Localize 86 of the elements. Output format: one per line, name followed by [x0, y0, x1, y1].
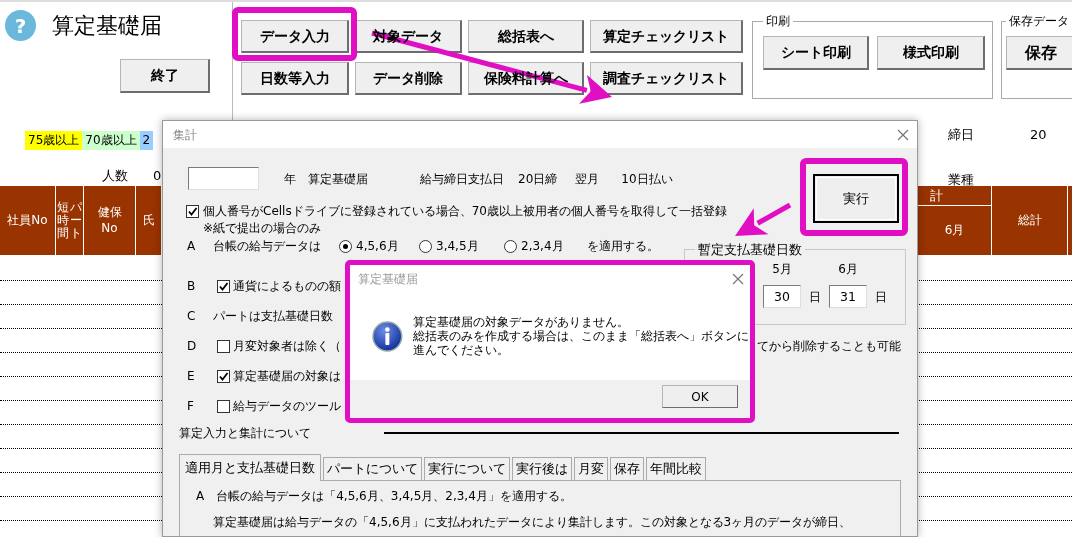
checkbox[interactable] [217, 339, 230, 353]
tab[interactable]: パートについて [323, 457, 422, 480]
radio-label: 4,5,6月 [356, 238, 399, 255]
option-letter: B [186, 278, 197, 295]
tab[interactable]: 実行について [424, 457, 510, 480]
header-text: 20日締 [518, 170, 558, 188]
option-label: 台帳の給与データは [213, 238, 321, 255]
column-header: 社員No [0, 186, 56, 255]
tab[interactable]: 保存 [610, 457, 644, 480]
print-button[interactable]: シート印刷 [763, 36, 869, 70]
radio-label: 2,3,4月 [521, 238, 564, 255]
radio-button[interactable] [339, 239, 352, 253]
close-icon[interactable] [732, 272, 744, 285]
dialog-title: 集計 [173, 126, 197, 144]
option-label: 個人番号がCellsドライブに登録されている場合、70歳以上被用者の個人番号を取得して一括登録 [203, 203, 727, 220]
toolbar-button[interactable]: 算定チェックリスト [590, 20, 743, 53]
legend-label: 70歳以上 [82, 131, 140, 150]
toolbar-button[interactable]: 総括表へ [468, 20, 584, 53]
pointer-arrow [735, 202, 792, 236]
info-value: 20 [1030, 125, 1047, 144]
help-paragraph: 算定基礎届は給与データの「4,5,6月」に支払われたデータにより集計します。この対象となる3ヶ月のデータが締日、 [213, 514, 853, 531]
checkbox[interactable] [217, 279, 230, 293]
toolbar-button[interactable]: データ入力 [241, 20, 349, 53]
ok-button[interactable]: OK [662, 385, 738, 408]
option-label: 月変対象者は除く（ [233, 338, 341, 355]
count-label: 人数 [102, 167, 128, 185]
app-title: 算定基礎届 [52, 14, 162, 37]
radio-label: 3,4,5月 [436, 238, 479, 255]
option-letter: D [186, 338, 198, 355]
option-label: を適用する。 [587, 238, 659, 255]
execute-button[interactable]: 実行 [813, 174, 899, 223]
checkbox[interactable] [217, 399, 230, 413]
unit-label: 日 [875, 288, 887, 306]
group-label: 暫定支払基礎日数 [697, 243, 803, 256]
option-letter: F [186, 398, 195, 415]
option-letter: E [186, 368, 196, 385]
legend-label: 75歳以上 [25, 131, 83, 150]
close-icon[interactable] [897, 128, 909, 141]
option-label: てから削除することも可能 [757, 338, 901, 355]
group-label: 保存データ [1008, 15, 1070, 27]
dialog-title: 算定基礎届 [358, 270, 418, 288]
radio-button[interactable] [504, 239, 517, 253]
column-header: 健保No [84, 186, 136, 255]
month-label: 5月 [771, 261, 793, 278]
option-label: パートは支払基礎日数 [213, 308, 333, 325]
note-text: ※紙で提出の場合のみ [203, 220, 323, 237]
checkbox[interactable] [217, 369, 230, 383]
header-text: 10日払い [621, 170, 673, 188]
help-heading: A 台帳の給与データは「4,5,6月、3,4,5月、2,3,4月」を適用する。 [196, 488, 573, 505]
header-text: 年 [284, 170, 296, 188]
option-label: 算定基礎届の対象は [233, 368, 341, 385]
tab[interactable]: 年間比較 [646, 457, 706, 480]
print-button[interactable]: 様式印刷 [877, 36, 985, 70]
count-value: 0 [153, 167, 162, 185]
toolbar-button[interactable]: 日数等入力 [241, 62, 349, 95]
save-button[interactable]: 保存 [1006, 36, 1072, 70]
radio-button[interactable] [419, 239, 432, 253]
days-field[interactable]: 30 [763, 285, 801, 308]
tab[interactable]: 適用月と支払基礎日数 [179, 454, 321, 481]
exit-button[interactable]: 終了 [120, 59, 210, 93]
toolbar-button[interactable]: データ削除 [355, 62, 462, 95]
option-letter: C [186, 308, 197, 325]
header-text: 算定基礎届 [308, 170, 368, 188]
checkbox[interactable] [186, 205, 199, 218]
option-letter: A [186, 238, 197, 255]
tab[interactable]: 月変 [574, 457, 608, 480]
option-label: 通貨によるものの額 [233, 278, 341, 295]
toolbar-button[interactable]: 調査チェックリスト [590, 62, 743, 95]
message-text: 総括表のみを作成する場合は、このまま「総括表へ」ボタンに進んでください。 [412, 329, 750, 357]
header-text: 翌月 [575, 170, 600, 188]
group-label: 印刷 [765, 15, 791, 27]
info-label: 締日 [948, 125, 975, 144]
info-label: 業種 [948, 170, 975, 189]
section-title: 算定入力と集計について [179, 425, 311, 442]
days-field[interactable]: 31 [829, 285, 867, 308]
column-header: 総計 [992, 186, 1068, 255]
option-label: 給与データのツール [233, 398, 341, 415]
year-field[interactable] [188, 167, 259, 190]
column-header: パート [70, 200, 82, 241]
unit-label: 日 [809, 288, 821, 306]
header-text: 給与締日支払日 [420, 170, 504, 188]
column-header: 短時間 [57, 200, 69, 241]
message-text: 算定基礎届の対象データがありません。 [412, 315, 630, 329]
month-label: 6月 [837, 261, 859, 278]
info-icon [372, 320, 403, 352]
tab[interactable]: 実行後は [512, 457, 572, 480]
